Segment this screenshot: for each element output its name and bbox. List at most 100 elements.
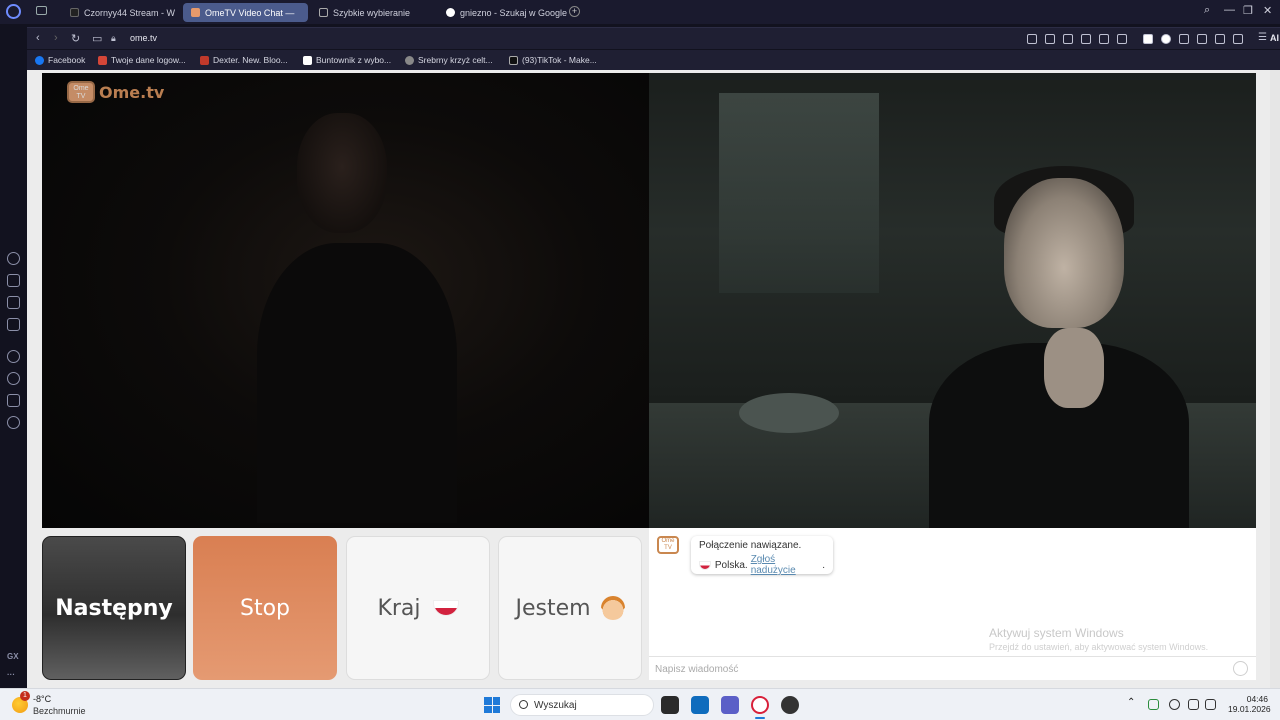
restore-button[interactable]: ❐	[1243, 4, 1253, 17]
extensions-sidebar-icon[interactable]	[7, 394, 20, 407]
bookmark-buntownik[interactable]: Buntownik z wybo...	[303, 55, 391, 65]
gender-button[interactable]: Jestem	[498, 536, 642, 680]
ometv-page: Ome TV Ome.tv Następny Stop Kraj Jestem …	[27, 70, 1280, 688]
workspace-icon[interactable]	[7, 274, 20, 287]
tab-label: OmeTV Video Chat —	[205, 7, 295, 18]
menu-icon[interactable]: ☰	[1258, 32, 1267, 43]
url-text[interactable]: ome.tv	[130, 33, 157, 43]
stop-button-label: Stop	[239, 595, 290, 621]
sync-icon[interactable]	[1148, 699, 1159, 710]
next-button[interactable]: Następny	[42, 536, 186, 680]
reload-icon[interactable]: ↻	[71, 32, 80, 45]
windows-start-icon[interactable]	[484, 697, 500, 713]
tab-ometv[interactable]: OmeTV Video Chat —	[183, 3, 308, 22]
bookmark-label: Twoje dane logow...	[111, 55, 186, 65]
player-icon[interactable]	[7, 350, 20, 363]
opera-gx-taskbar-icon[interactable]	[751, 696, 769, 714]
messenger-icon[interactable]	[7, 318, 20, 331]
country-name: Polska.	[714, 559, 748, 571]
bookmark-gmail[interactable]: Twoje dane logow...	[98, 55, 186, 65]
new-tab-button[interactable]: +	[569, 6, 580, 17]
system-clock[interactable]: 04:46 19.01.2026	[1228, 694, 1271, 714]
back-icon[interactable]: ‹	[36, 32, 40, 44]
tab-overview-icon[interactable]	[36, 6, 47, 15]
connection-message: Połączenie nawiązane.	[699, 540, 802, 551]
ometv-logo-text: Ome.tv	[99, 82, 165, 102]
bookmark-label: Srebrny krzyż celt...	[418, 55, 493, 65]
play-icon[interactable]	[1099, 34, 1109, 44]
camera-icon[interactable]: ▭	[92, 32, 102, 45]
bookmark-dexter[interactable]: Dexter. New. Bloo...	[200, 55, 288, 65]
lock-icon[interactable]: 🔒︎	[111, 33, 116, 44]
opera-logo-icon[interactable]	[6, 4, 21, 19]
bookmark-tiktok[interactable]: (93)TikTok - Make...	[509, 55, 597, 65]
snapshot-icon[interactable]	[1045, 34, 1055, 44]
close-button[interactable]: ✕	[1263, 4, 1272, 17]
more-icon[interactable]: ···	[7, 670, 15, 679]
download-icon[interactable]	[1215, 34, 1225, 44]
ai-button[interactable]: AI	[1270, 33, 1279, 43]
tab-google-search[interactable]: gniezno - Szukaj w Google	[438, 3, 568, 22]
microphone-icon[interactable]	[1169, 699, 1180, 710]
gmail-icon	[98, 55, 107, 65]
weather-description[interactable]: Bezchmurnie	[33, 706, 86, 716]
tab-strip: Czornyy44 Stream - W OmeTV Video Chat — …	[0, 0, 1280, 24]
chevron-up-icon[interactable]: ⌃	[1127, 697, 1138, 708]
settings-gear-icon[interactable]	[7, 416, 20, 429]
gx-label[interactable]: GX	[7, 652, 19, 661]
taskbar-search[interactable]: Wyszukaj	[510, 694, 654, 716]
report-suffix: .	[822, 559, 825, 571]
wallet-icon[interactable]	[7, 296, 20, 309]
teams-icon[interactable]	[721, 696, 739, 714]
tab-label: gniezno - Szukaj w Google	[460, 7, 568, 18]
profile-icon[interactable]	[1197, 34, 1207, 44]
game-app-icon[interactable]	[781, 696, 799, 714]
search-tabs-icon[interactable]: ⌕	[1204, 4, 1210, 17]
address-bar: ‹ › ↻ ▭ 🔒︎ ome.tv AI ☰	[27, 27, 1280, 49]
translate-icon[interactable]	[1081, 34, 1091, 44]
pin-icon[interactable]	[1027, 34, 1037, 44]
extension-i-icon[interactable]	[1143, 34, 1153, 44]
self-video	[649, 73, 1256, 528]
task-view-icon[interactable]	[661, 696, 679, 714]
heart-icon[interactable]	[1117, 34, 1127, 44]
chat-input-bar	[649, 656, 1256, 680]
ometv-logo[interactable]: Ome TV Ome.tv	[67, 81, 164, 103]
report-abuse-link[interactable]: Zgłoś nadużycie	[751, 554, 823, 576]
emoji-smile-icon[interactable]	[1233, 661, 1248, 676]
partner-silhouette	[257, 113, 457, 523]
bookmark-label: Facebook	[48, 55, 86, 65]
tab-speed-dial[interactable]: Szybkie wybieranie	[311, 3, 436, 22]
bookmark-label: Buntownik z wybo...	[316, 55, 392, 65]
forward-icon[interactable]: ›	[54, 32, 58, 44]
extension-a-icon[interactable]	[1161, 34, 1171, 44]
bookmark-label: (93)TikTok - Make...	[522, 55, 597, 65]
outlook-icon[interactable]	[691, 696, 709, 714]
aria-pen-icon[interactable]	[1233, 34, 1243, 44]
puzzle-extensions-icon[interactable]	[1179, 34, 1189, 44]
volume-icon[interactable]	[1205, 699, 1216, 710]
country-button-label: Kraj	[377, 595, 421, 621]
tab-twitch-stream[interactable]: Czornyy44 Stream - W	[62, 3, 178, 22]
network-icon[interactable]	[1188, 699, 1199, 710]
tab-label: Czornyy44 Stream - W	[84, 7, 176, 18]
bookmark-facebook[interactable]: Facebook	[35, 55, 85, 65]
page-scrollbar[interactable]	[1270, 70, 1280, 688]
ometv-favicon-icon	[191, 8, 200, 17]
aria-icon[interactable]	[7, 252, 20, 265]
ometv-tv-icon: Ome TV	[67, 81, 95, 103]
chat-message-input[interactable]	[655, 661, 1215, 677]
stop-button[interactable]: Stop	[193, 536, 337, 680]
boy-emoji-icon	[600, 596, 625, 620]
country-button[interactable]: Kraj	[346, 536, 490, 680]
history-icon[interactable]	[7, 372, 20, 385]
partner-video: Ome TV Ome.tv	[42, 73, 649, 528]
windows-activation-subtitle: Przejdź do ustawień, aby aktywować syste…	[989, 642, 1209, 652]
weather-temperature[interactable]: -8°C	[33, 694, 51, 704]
minimize-button[interactable]: —	[1224, 4, 1235, 16]
shield-icon[interactable]	[1063, 34, 1073, 44]
poland-flag-icon	[432, 600, 459, 616]
speaker-icon	[70, 8, 79, 17]
bookmark-srebrny-krzyz[interactable]: Srebrny krzyż celt...	[405, 55, 493, 65]
poland-flag-icon	[699, 560, 711, 570]
